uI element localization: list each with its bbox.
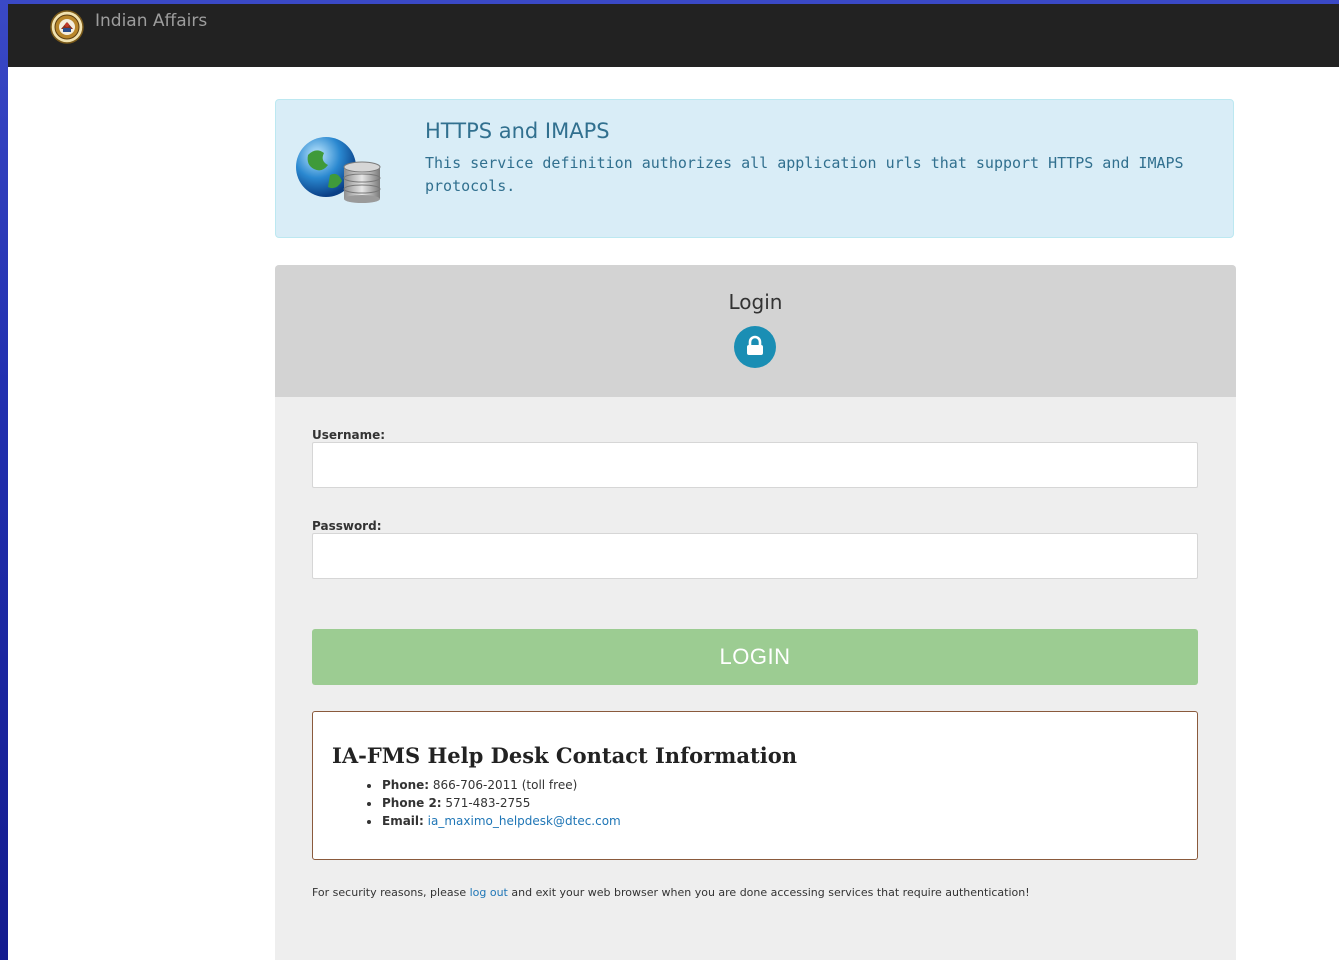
username-input[interactable]: [312, 442, 1198, 488]
login-button[interactable]: LOGIN: [312, 629, 1198, 685]
contact-value: 571-483-2755: [445, 796, 531, 810]
contact-value: 866-706-2011 (toll free): [432, 778, 578, 792]
login-header: Login: [275, 265, 1236, 397]
contact-label: Phone:: [382, 778, 430, 792]
list-item: Phone: 866-706-2011 (toll free): [367, 776, 621, 794]
logout-link[interactable]: log out: [470, 886, 508, 899]
login-panel: Login Username: Password: LOGIN IA-FMS H…: [275, 265, 1236, 960]
contact-label: Phone 2:: [382, 796, 442, 810]
top-navbar: Indian Affairs: [8, 4, 1339, 67]
contact-label: Email:: [382, 814, 424, 828]
notice-title: HTTPS and IMAPS: [425, 119, 610, 143]
security-note-text: For security reasons, please: [312, 886, 470, 899]
globe-database-icon: [296, 137, 381, 203]
password-label: Password:: [312, 519, 382, 533]
list-item: Email: ia_maximo_helpdesk@dtec.com: [367, 812, 621, 830]
notice-description: This service definition authorizes all a…: [425, 154, 1184, 195]
helpdesk-title: IA-FMS Help Desk Contact Information: [332, 743, 797, 768]
brand-link[interactable]: Indian Affairs: [95, 10, 207, 32]
indian-affairs-seal-icon[interactable]: [50, 10, 84, 44]
service-notice: HTTPS and IMAPS This service definition …: [275, 99, 1234, 238]
page: Indian Affairs HTTPS and IMAPS This serv…: [8, 4, 1339, 960]
list-item: Phone 2: 571-483-2755: [367, 794, 621, 812]
password-input[interactable]: [312, 533, 1198, 579]
login-title: Login: [728, 290, 783, 314]
lock-icon: [734, 326, 776, 368]
username-label: Username:: [312, 428, 386, 442]
security-note: For security reasons, please log out and…: [312, 886, 1030, 899]
security-note-text: and exit your web browser when you are d…: [507, 886, 1030, 899]
email-link[interactable]: ia_maximo_helpdesk@dtec.com: [428, 814, 621, 828]
helpdesk-contact-list: Phone: 866-706-2011 (toll free) Phone 2:…: [332, 776, 621, 830]
helpdesk-box: IA-FMS Help Desk Contact Information Pho…: [312, 711, 1198, 860]
